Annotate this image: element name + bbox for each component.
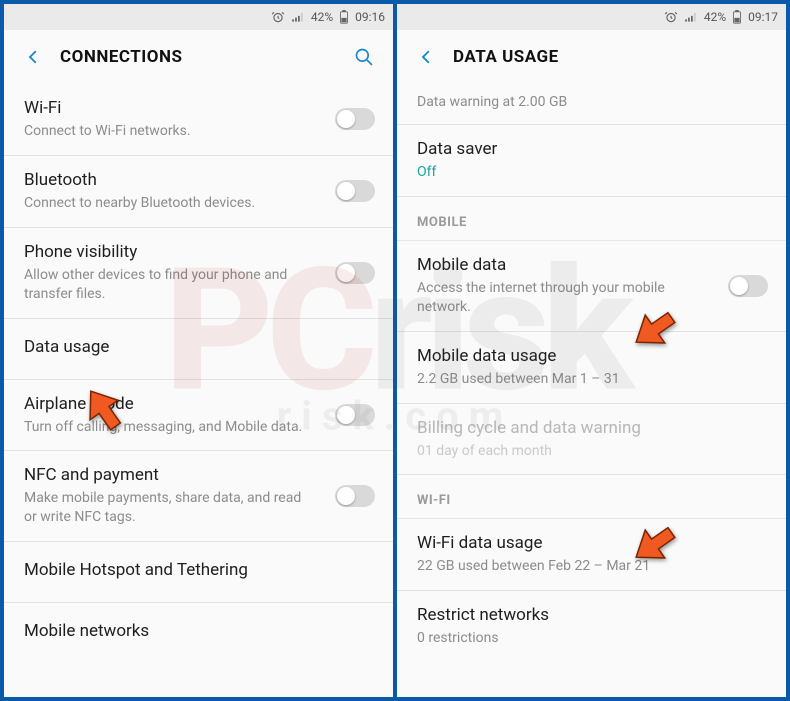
row-title: Airplane mode <box>24 394 313 414</box>
row-nfc-payment[interactable]: NFC and payment Make mobile payments, sh… <box>4 451 393 542</box>
row-subtitle: 22 GB used between Feb 22 – Mar 21 <box>417 557 706 576</box>
header-bar: CONNECTIONS <box>4 30 393 84</box>
battery-percent: 42% <box>704 10 726 24</box>
section-header-mobile: MOBILE <box>397 197 786 241</box>
search-button[interactable] <box>349 42 379 72</box>
battery-icon <box>732 10 742 24</box>
status-bar: 42% 09:16 <box>4 4 393 30</box>
row-title: Mobile networks <box>24 621 313 641</box>
row-title: Mobile Hotspot and Tethering <box>24 560 313 580</box>
alarm-icon <box>271 10 285 24</box>
toggle-switch[interactable] <box>335 180 375 202</box>
row-mobile-data-usage[interactable]: Mobile data usage 2.2 GB used between Ma… <box>397 332 786 404</box>
row-title: Phone visibility <box>24 242 313 262</box>
row-title: Bluetooth <box>24 170 313 190</box>
row-subtitle: Connect to nearby Bluetooth devices. <box>24 194 313 213</box>
row-title: Data saver <box>417 139 706 159</box>
clock-text: 09:16 <box>355 10 385 24</box>
row-data-usage[interactable]: Data usage <box>4 319 393 380</box>
toggle-switch[interactable] <box>728 275 768 297</box>
row-subtitle: 01 day of each month <box>417 442 706 461</box>
settings-list: Data warning at 2.00 GB Data saver Off M… <box>397 84 786 662</box>
status-bar: 42% 09:17 <box>397 4 786 30</box>
row-subtitle: Turn off calling, messaging, and Mobile … <box>24 418 313 437</box>
toggle-switch[interactable] <box>335 262 375 284</box>
settings-list: Wi-Fi Connect to Wi-Fi networks. Bluetoo… <box>4 84 393 663</box>
row-subtitle: Make mobile payments, share data, and re… <box>24 489 313 527</box>
row-subtitle: Allow other devices to find your phone a… <box>24 266 313 304</box>
row-mobile-networks[interactable]: Mobile networks <box>4 603 393 663</box>
back-button[interactable] <box>18 42 48 72</box>
battery-icon <box>339 10 349 24</box>
section-header-wifi: WI-FI <box>397 475 786 519</box>
row-title: NFC and payment <box>24 465 313 485</box>
row-bluetooth[interactable]: Bluetooth Connect to nearby Bluetooth de… <box>4 156 393 228</box>
back-button[interactable] <box>411 42 441 72</box>
row-title: Data usage <box>24 337 313 357</box>
row-subtitle: 0 restrictions <box>417 629 706 648</box>
clock-text: 09:17 <box>748 10 778 24</box>
row-title: Billing cycle and data warning <box>417 418 706 438</box>
battery-percent: 42% <box>311 10 333 24</box>
partial-subtitle: Data warning at 2.00 GB <box>397 84 786 125</box>
row-title: Mobile data <box>417 255 706 275</box>
page-title: DATA USAGE <box>453 47 772 67</box>
row-restrict-networks[interactable]: Restrict networks 0 restrictions <box>397 591 786 662</box>
row-billing-cycle[interactable]: Billing cycle and data warning 01 day of… <box>397 404 786 476</box>
row-title: Wi-Fi data usage <box>417 533 706 553</box>
alarm-icon <box>664 10 678 24</box>
row-wifi[interactable]: Wi-Fi Connect to Wi-Fi networks. <box>4 84 393 156</box>
row-title: Wi-Fi <box>24 98 313 118</box>
phone-data-usage: 42% 09:17 DATA USAGE Data warning at 2.0… <box>397 4 786 697</box>
row-phone-visibility[interactable]: Phone visibility Allow other devices to … <box>4 228 393 319</box>
row-subtitle: 2.2 GB used between Mar 1 – 31 <box>417 370 706 389</box>
row-title: Mobile data usage <box>417 346 706 366</box>
row-title: Restrict networks <box>417 605 706 625</box>
row-subtitle: Access the internet through your mobile … <box>417 279 706 317</box>
toggle-switch[interactable] <box>335 485 375 507</box>
toggle-switch[interactable] <box>335 404 375 426</box>
row-subtitle: Off <box>417 163 706 182</box>
phone-connections: 42% 09:16 CONNECTIONS Wi-Fi Connect to W… <box>4 4 393 697</box>
row-subtitle: Connect to Wi-Fi networks. <box>24 122 313 141</box>
row-data-saver[interactable]: Data saver Off <box>397 125 786 197</box>
row-airplane-mode[interactable]: Airplane mode Turn off calling, messagin… <box>4 380 393 452</box>
toggle-switch[interactable] <box>335 108 375 130</box>
signal-icon <box>684 10 698 24</box>
header-bar: DATA USAGE <box>397 30 786 84</box>
signal-icon <box>291 10 305 24</box>
row-mobile-data[interactable]: Mobile data Access the internet through … <box>397 241 786 332</box>
page-title: CONNECTIONS <box>60 47 349 67</box>
row-hotspot-tethering[interactable]: Mobile Hotspot and Tethering <box>4 542 393 603</box>
row-wifi-data-usage[interactable]: Wi-Fi data usage 22 GB used between Feb … <box>397 519 786 591</box>
